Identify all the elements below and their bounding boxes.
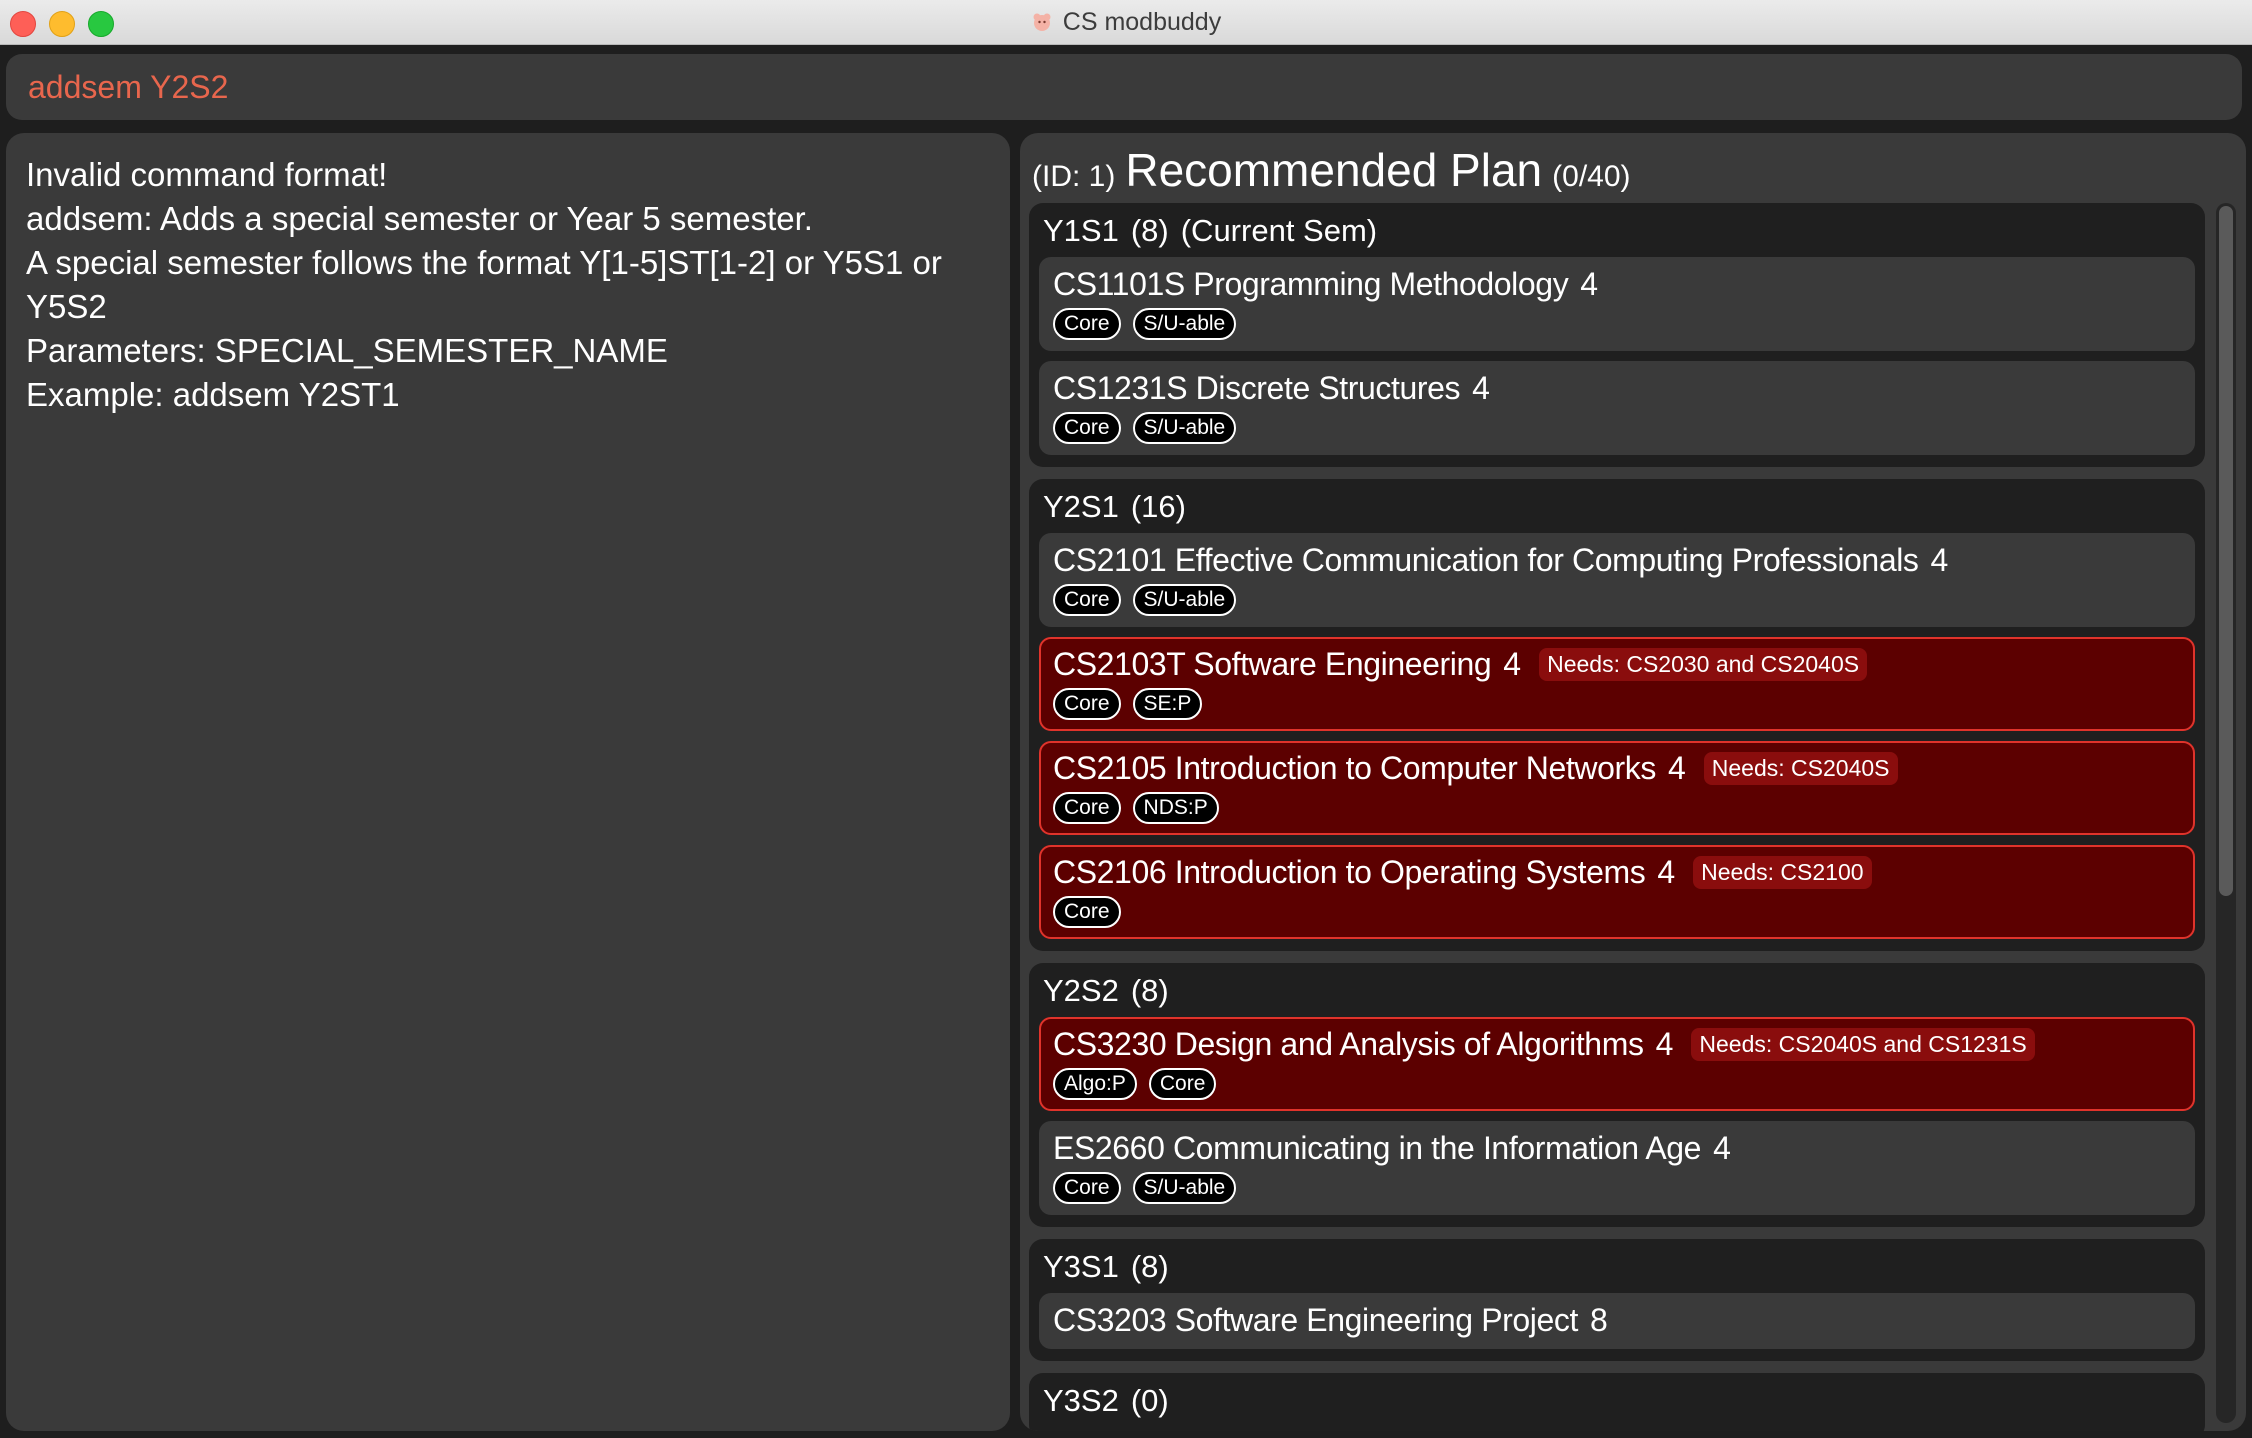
module-tag: Core: [1053, 584, 1121, 616]
semester-title: Y1S1 (8) (Current Sem): [1039, 211, 2195, 251]
module-tag: Core: [1053, 896, 1121, 928]
module-card[interactable]: CS1101S Programming Methodology 4 Core S…: [1039, 257, 2195, 351]
module-card[interactable]: ES2660 Communicating in the Information …: [1039, 1121, 2195, 1215]
module-card[interactable]: CS1231S Discrete Structures 4 Core S/U-a…: [1039, 361, 2195, 455]
module-tag: Core: [1053, 1172, 1121, 1204]
semester-title: Y3S1 (8): [1039, 1247, 2195, 1287]
plan-scrollbar-thumb[interactable]: [2219, 206, 2233, 896]
module-tag: Core: [1053, 308, 1121, 340]
plan-scrollbar[interactable]: [2216, 203, 2236, 1423]
module-tag: Core: [1053, 412, 1121, 444]
prereq-warning: Needs: CS2040S and CS1231S: [1691, 1027, 2035, 1061]
module-title: CS3203 Software Engineering Project: [1053, 1301, 1578, 1338]
result-line: Example: addsem Y2ST1: [26, 376, 400, 413]
module-tag: S/U-able: [1132, 412, 1237, 444]
module-title: CS1101S Programming Methodology: [1053, 265, 1569, 302]
semester-name: Y1S1: [1043, 213, 1119, 248]
app-window: CS modbuddy Invalid command format! adds…: [0, 0, 2252, 1438]
result-line: Y5S2: [26, 288, 107, 325]
module-card-unmet-prereq[interactable]: CS2105 Introduction to Computer Networks…: [1039, 741, 2195, 835]
semester-note: (Current Sem): [1180, 213, 1378, 248]
module-credits: 4: [1713, 1129, 1731, 1166]
result-line: addsem: Adds a special semester or Year …: [26, 200, 813, 237]
semester-card: Y3S2 (0): [1029, 1373, 2205, 1431]
semester-credits: (8): [1130, 213, 1169, 248]
result-display: Invalid command format! addsem: Adds a s…: [6, 133, 1010, 1431]
module-credits: 8: [1590, 1301, 1608, 1338]
semester-credits: (8): [1130, 1249, 1169, 1284]
result-line: Invalid command format!: [26, 156, 388, 193]
command-input[interactable]: [6, 54, 2242, 120]
module-title: CS1231S Discrete Structures: [1053, 369, 1461, 406]
plan-name: Recommended Plan: [1125, 144, 1543, 196]
module-credits: 4: [1930, 541, 1949, 578]
window-title: CS modbuddy: [1062, 7, 1222, 36]
semester-card: Y2S2 (8) CS3230 Design and Analysis of A…: [1029, 963, 2205, 1227]
semester-name: Y2S1: [1043, 489, 1119, 524]
prereq-warning: Needs: CS2040S: [1703, 751, 1898, 785]
module-card[interactable]: CS2101 Effective Communication for Compu…: [1039, 533, 2195, 627]
semester-name: Y2S2: [1043, 973, 1119, 1008]
semester-card: Y2S1 (16) CS2101 Effective Communication…: [1029, 479, 2205, 951]
plan-panel: (ID: 1) Recommended Plan (0/40) Y1S1 (8)…: [1020, 133, 2246, 1431]
module-tag: Core: [1053, 792, 1121, 824]
title-bar: CS modbuddy: [0, 0, 2252, 45]
module-card[interactable]: CS3203 Software Engineering Project 8: [1039, 1293, 2195, 1349]
semester-title: Y2S1 (16): [1039, 487, 2195, 527]
result-line: A special semester follows the format Y[…: [26, 244, 942, 281]
title-wrap: CS modbuddy: [0, 0, 2252, 44]
module-tag: S/U-able: [1132, 308, 1237, 340]
semester-credits: (0): [1130, 1383, 1169, 1418]
semester-card: Y1S1 (8) (Current Sem) CS1101S Programmi…: [1029, 203, 2205, 467]
plan-id: (ID: 1): [1032, 160, 1116, 193]
module-title: CS2106 Introduction to Operating Systems: [1053, 853, 1646, 890]
app-icon: [1033, 13, 1051, 31]
module-title: ES2660 Communicating in the Information …: [1053, 1129, 1702, 1166]
prereq-warning: Needs: CS2030 and CS2040S: [1539, 647, 1868, 681]
module-tag: Algo:P: [1053, 1068, 1137, 1100]
plan-header: (ID: 1) Recommended Plan (0/40): [1032, 143, 1631, 199]
command-box: [6, 54, 2242, 120]
module-title: CS2103T Software Engineering: [1053, 645, 1492, 682]
module-tag: S/U-able: [1132, 1172, 1237, 1204]
semester-list[interactable]: Y1S1 (8) (Current Sem) CS1101S Programmi…: [1029, 203, 2205, 1431]
module-tag: Core: [1053, 688, 1121, 720]
module-card-unmet-prereq[interactable]: CS2103T Software Engineering 4 Needs: CS…: [1039, 637, 2195, 731]
module-credits: 4: [1472, 369, 1490, 406]
semester-name: Y3S1: [1043, 1249, 1119, 1284]
module-credits: 4: [1503, 645, 1522, 682]
semester-title: Y2S2 (8): [1039, 971, 2195, 1011]
module-card-unmet-prereq[interactable]: CS2106 Introduction to Operating Systems…: [1039, 845, 2195, 939]
module-credits: 4: [1580, 265, 1599, 302]
module-tag: S/U-able: [1132, 584, 1237, 616]
semester-credits: (8): [1130, 973, 1169, 1008]
result-line: Parameters: SPECIAL_SEMESTER_NAME: [26, 332, 668, 369]
module-title: CS2105 Introduction to Computer Networks: [1053, 749, 1656, 786]
module-tag: Core: [1148, 1068, 1217, 1100]
semester-title: Y3S2 (0): [1039, 1381, 2195, 1421]
module-credits: 4: [1655, 1025, 1674, 1062]
module-tag: SE:P: [1132, 688, 1203, 720]
module-title: CS2101 Effective Communication for Compu…: [1053, 541, 1919, 578]
module-credits: 4: [1657, 853, 1676, 890]
plan-credits: (0/40): [1552, 160, 1631, 193]
semester-card: Y3S1 (8) CS3203 Software Engineering Pro…: [1029, 1239, 2205, 1361]
prereq-warning: Needs: CS2100: [1693, 855, 1872, 889]
module-title: CS3230 Design and Analysis of Algorithms: [1053, 1025, 1644, 1062]
module-tag: NDS:P: [1132, 792, 1219, 824]
module-card-unmet-prereq[interactable]: CS3230 Design and Analysis of Algorithms…: [1039, 1017, 2195, 1111]
module-credits: 4: [1667, 749, 1686, 786]
semester-credits: (16): [1130, 489, 1186, 524]
semester-name: Y3S2: [1043, 1383, 1119, 1418]
